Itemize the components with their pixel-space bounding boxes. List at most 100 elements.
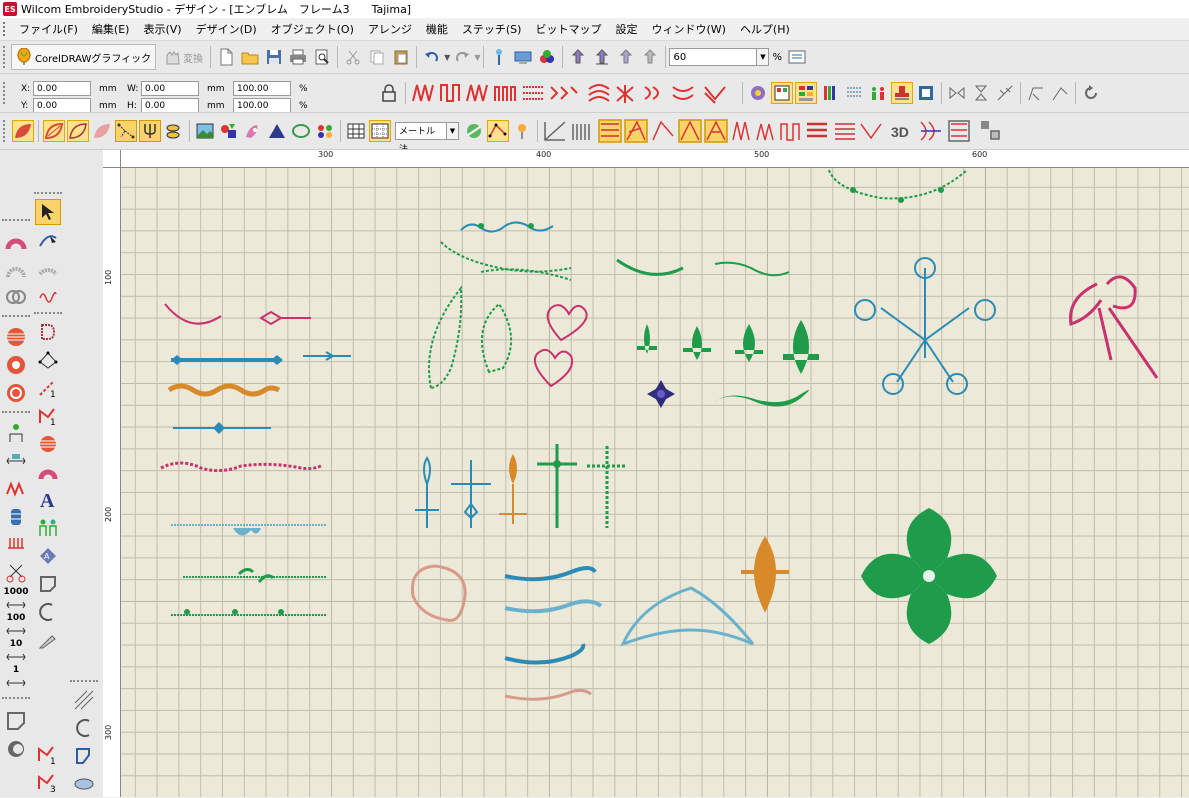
scale-h-field[interactable]: 100.00 — [233, 98, 291, 112]
select-arrow-icon[interactable] — [35, 199, 61, 225]
measurement-select[interactable]: メートル法 ▼ — [395, 122, 459, 149]
mirror-vertical-icon[interactable] — [970, 82, 992, 104]
salmon-swoosh[interactable] — [504, 688, 592, 701]
stitch-list-icon[interactable] — [843, 82, 865, 104]
print-preview-icon[interactable] — [311, 46, 333, 68]
menu-stitch[interactable]: ステッチ(S) — [455, 21, 529, 37]
leaf-satin-icon[interactable] — [43, 120, 65, 142]
point-select-icon[interactable] — [115, 120, 137, 142]
red-flower-icon[interactable] — [3, 352, 29, 378]
open-folder-icon[interactable] — [239, 46, 261, 68]
path-node2-icon[interactable]: 1 — [34, 741, 60, 767]
scale-icon[interactable] — [3, 448, 29, 474]
monogram-icon[interactable]: A — [35, 543, 61, 569]
teal-fleur[interactable] — [451, 460, 491, 528]
h-field[interactable]: 0.00 — [141, 98, 199, 112]
orange-border[interactable] — [167, 383, 281, 397]
arrow-lr3-icon[interactable] — [3, 650, 29, 664]
green-vine[interactable] — [440, 241, 572, 281]
pink-arch-icon[interactable] — [3, 228, 29, 254]
teal-wave[interactable] — [460, 221, 554, 233]
leaf-pattern-icon[interactable] — [91, 120, 113, 142]
morph-icon[interactable] — [266, 120, 288, 142]
path-node-icon[interactable]: 1 — [35, 403, 61, 429]
pink-heart-1[interactable] — [546, 304, 588, 342]
teal-tulip[interactable] — [415, 456, 439, 528]
path-node3-icon[interactable]: 3 — [34, 769, 60, 795]
green-curl[interactable] — [714, 261, 790, 277]
multi-color-icon[interactable] — [314, 120, 336, 142]
copy-icon[interactable] — [366, 46, 388, 68]
grid-icon[interactable] — [345, 120, 367, 142]
green-leaf-small[interactable] — [481, 302, 513, 374]
orange-fleur-de-lis[interactable] — [741, 536, 789, 613]
shapes-icon[interactable] — [218, 120, 240, 142]
y-field[interactable]: 0.00 — [33, 98, 91, 112]
line-node-icon[interactable]: 1 — [35, 375, 61, 401]
redo-icon[interactable] — [451, 46, 473, 68]
eraser-circle-icon[interactable] — [3, 736, 29, 762]
flip-diagonal-icon[interactable] — [994, 82, 1016, 104]
stitch-types-toolbar[interactable] — [409, 79, 739, 107]
menu-object[interactable]: オブジェクト(O) — [264, 21, 361, 37]
cut-icon[interactable] — [342, 46, 364, 68]
path-icon[interactable] — [487, 120, 509, 142]
crescent-icon[interactable] — [35, 599, 61, 625]
navy-cross-flower[interactable] — [647, 380, 675, 408]
menu-edit[interactable]: 編集(E) — [85, 21, 137, 37]
gray-arc-icon[interactable] — [35, 255, 61, 281]
orange-fleur-cross[interactable] — [499, 454, 527, 524]
lightblue-bow-border[interactable] — [171, 524, 326, 536]
arch-garland[interactable] — [828, 169, 968, 203]
stitch-up2-icon[interactable] — [591, 46, 613, 68]
menu-arrange[interactable]: アレンジ — [361, 21, 419, 37]
step-100-label[interactable]: 100 — [7, 613, 26, 623]
arc-select-icon[interactable] — [71, 715, 97, 741]
zoom-settings-icon[interactable] — [786, 46, 808, 68]
appliqué-icon[interactable] — [747, 82, 769, 104]
undo-icon[interactable] — [421, 46, 443, 68]
picture-icon[interactable] — [194, 120, 216, 142]
redo-dropdown-icon[interactable]: ▼ — [474, 53, 480, 62]
arrow-lr-icon[interactable] — [3, 598, 29, 612]
green-cross-2[interactable] — [587, 446, 627, 528]
menu-design[interactable]: デザイン(D) — [189, 21, 264, 37]
lock-proportions-icon[interactable] — [377, 81, 401, 105]
green-cross-1[interactable] — [537, 444, 577, 528]
needle-icon[interactable] — [488, 46, 510, 68]
green-swirl[interactable] — [711, 389, 809, 408]
stitch-up3-icon[interactable] — [615, 46, 637, 68]
text-tool-icon[interactable]: A — [35, 487, 61, 513]
red-squiggle-icon[interactable] — [35, 283, 61, 309]
red-circle-lines-icon[interactable] — [3, 324, 29, 350]
menu-window[interactable]: ウィンドウ(W) — [644, 21, 732, 37]
leaf-fill-icon[interactable] — [12, 120, 34, 142]
d-letter-icon[interactable] — [35, 319, 61, 345]
fork-icon[interactable] — [139, 120, 161, 142]
spool-icon[interactable] — [3, 504, 29, 530]
stylus-icon[interactable] — [35, 627, 61, 653]
menu-file[interactable]: ファイル(F) — [12, 21, 85, 37]
step-1-label[interactable]: 1 — [13, 665, 19, 675]
leaf-outline-icon[interactable] — [67, 120, 89, 142]
comb-icon[interactable] — [3, 532, 29, 558]
teal-swoosh-1[interactable] — [504, 566, 597, 582]
teal-border-1[interactable] — [171, 351, 351, 365]
undo-dropdown-icon[interactable]: ▼ — [444, 53, 450, 62]
oval-icon[interactable] — [71, 771, 97, 797]
color-film-icon[interactable] — [771, 82, 793, 104]
zoom-dropdown-icon[interactable]: ▼ — [757, 48, 770, 66]
step-1000-label[interactable]: 1000 — [3, 587, 28, 597]
arrow-lr2-icon[interactable] — [3, 624, 29, 638]
gray-circles-icon[interactable] — [3, 284, 29, 310]
menu-function[interactable]: 機能 — [419, 21, 455, 37]
polygon-points-icon[interactable] — [35, 347, 61, 373]
ruler-corner[interactable] — [103, 150, 121, 168]
thread-chart-icon[interactable] — [819, 82, 841, 104]
people-tree-icon[interactable] — [3, 420, 29, 446]
menu-bitmap[interactable]: ビットマップ — [528, 21, 608, 37]
frame-icon[interactable] — [35, 571, 61, 597]
fish-icon[interactable] — [163, 120, 185, 142]
menu-help[interactable]: ヘルプ(H) — [733, 21, 797, 37]
print-icon[interactable] — [287, 46, 309, 68]
